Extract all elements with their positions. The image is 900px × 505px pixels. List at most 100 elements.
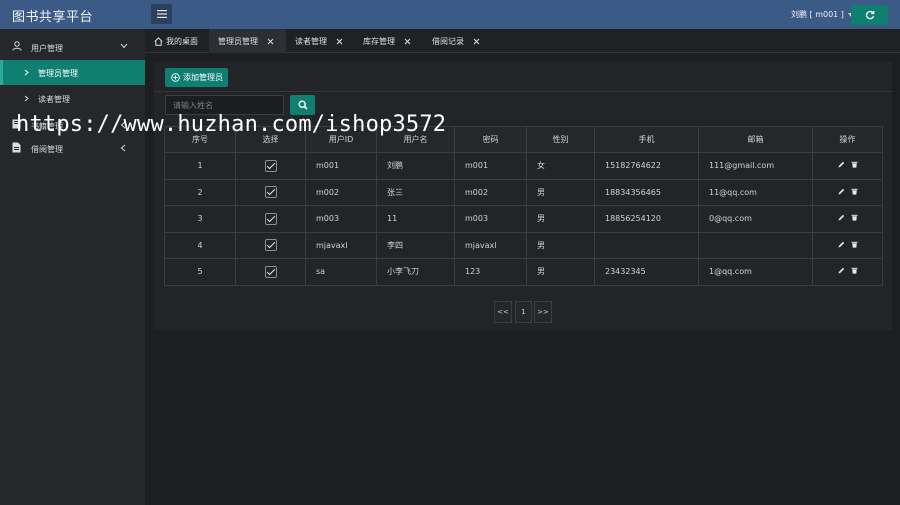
search-button[interactable] [290,95,315,115]
add-admin-button[interactable]: 添加管理员 [165,68,228,87]
pencil-icon[interactable] [838,161,845,168]
row-checkbox[interactable] [264,212,277,225]
tab-label: 读者管理 [295,36,327,46]
trash-icon[interactable] [851,267,858,274]
cell-password: 123 [454,258,527,286]
cell-email: 1@qq.com [698,258,813,286]
app-title: 图书共享平台 [12,10,94,25]
tab-bar: 我的桌面 管理员管理 读者管理 库存管理 借阅记录 [145,29,900,53]
plus-circle-icon [171,73,180,82]
trash-icon[interactable] [851,188,858,195]
tab-label: 库存管理 [363,36,395,46]
tab-desktop[interactable]: 我的桌面 [145,29,208,53]
chevron-right-icon [24,95,29,102]
header-username: 用户名 [376,126,455,153]
row-checkbox[interactable] [264,159,277,172]
cell-user-id: m001 [305,152,377,180]
cell-phone: 15182764622 [594,152,699,180]
user-menu[interactable]: 刘鹏 [ m001 ] [791,9,854,20]
chevron-left-icon [120,121,126,129]
header-password: 密码 [454,126,527,153]
cell-user-id: sa [305,258,377,286]
trash-icon[interactable] [851,214,858,221]
cell-phone: 18856254120 [594,205,699,233]
close-icon[interactable] [473,38,480,45]
cell-actions [812,152,883,180]
cell-email: 111@gmail.com [698,152,813,180]
close-icon[interactable] [336,38,343,45]
cell-actions [812,258,883,286]
menu-toggle-button[interactable] [151,4,172,24]
tab-label: 借阅记录 [432,36,464,46]
row-checkbox[interactable] [264,239,277,252]
refresh-icon [865,10,874,20]
cell-index: 2 [164,178,236,206]
cell-select [235,205,306,233]
pencil-icon[interactable] [838,188,845,195]
cell-select [235,231,306,259]
pager-prev-button[interactable]: << [494,301,512,323]
cell-username: 11 [376,205,455,233]
sidebar-group-label: 借阅管理 [31,145,63,154]
add-admin-label: 添加管理员 [183,73,223,82]
row-checkbox[interactable] [264,265,277,278]
sidebar-group-borrow[interactable]: 借阅管理 [0,136,145,160]
close-icon[interactable] [267,38,274,45]
tab-reader[interactable]: 读者管理 [286,29,354,53]
tab-admin[interactable]: 管理员管理 [209,29,286,53]
sidebar-group-book[interactable]: 书籍管理 [0,113,145,137]
pager-next-button[interactable]: >> [534,301,552,323]
tab-borrow-record[interactable]: 借阅记录 [423,29,493,53]
header-select: 选择 [235,126,306,153]
tab-label: 我的桌面 [166,36,198,46]
header-gender: 性别 [526,126,595,153]
cell-gender: 男 [526,178,595,206]
cell-username: 刘鹏 [376,152,455,180]
table-row: 3 m003 11 m003 男 18856254120 0@qq.com [164,205,883,233]
pencil-icon[interactable] [838,267,845,274]
cell-user-id: m003 [305,205,377,233]
cell-email: 11@qq.com [698,178,813,206]
header-actions: 操作 [812,126,883,153]
cell-phone: 23432345 [594,258,699,286]
cell-select [235,178,306,206]
cell-password: m001 [454,152,527,180]
sidebar-group-label: 书籍管理 [31,122,63,131]
cell-password: mjavaxl [454,231,527,259]
table-header-row: 序号 选择 用户ID 用户名 密码 性别 手机 邮箱 操作 [164,126,883,153]
top-bar: 图书共享平台 刘鹏 [ m001 ] [0,0,900,29]
cell-gender: 女 [526,152,595,180]
tab-stock[interactable]: 库存管理 [354,29,423,53]
header-phone: 手机 [594,126,699,153]
row-checkbox[interactable] [264,186,277,199]
cell-gender: 男 [526,205,595,233]
cell-index: 1 [164,152,236,180]
pencil-icon[interactable] [838,214,845,221]
trash-icon[interactable] [851,161,858,168]
cell-username: 张三 [376,178,455,206]
cell-actions [812,178,883,206]
cell-phone [594,231,699,259]
home-icon [154,36,163,46]
cell-password: m003 [454,205,527,233]
document-icon [12,142,21,153]
user-name: 刘鹏 [ m001 ] [791,10,844,19]
sidebar-item-label: 读者管理 [38,95,70,104]
cell-password: m002 [454,178,527,206]
pager-page-1[interactable]: 1 [515,301,532,323]
header-index: 序号 [164,126,236,153]
trash-icon[interactable] [851,241,858,248]
header-email: 邮箱 [698,126,813,153]
search-input[interactable] [165,95,284,115]
sidebar-group-user[interactable]: 用户管理 [0,35,145,59]
sidebar-item-admin[interactable]: 管理员管理 [0,60,145,85]
close-icon[interactable] [404,38,411,45]
search-icon [297,100,308,110]
table-row: 1 m001 刘鹏 m001 女 15182764622 111@gmail.c… [164,152,883,180]
pencil-icon[interactable] [838,241,845,248]
sidebar-item-reader[interactable]: 读者管理 [0,86,145,111]
user-icon [12,41,22,51]
sidebar-group-label: 用户管理 [31,44,63,53]
refresh-button[interactable] [851,5,888,25]
book-icon [12,119,21,129]
